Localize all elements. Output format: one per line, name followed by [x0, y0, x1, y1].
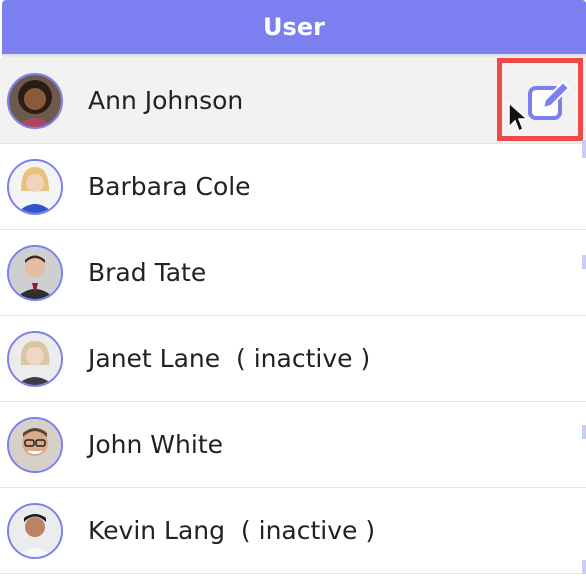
scrollbar-mark: [582, 425, 586, 439]
user-row-barbara-cole[interactable]: Barbara Cole: [0, 144, 586, 230]
mouse-pointer-icon: [507, 101, 529, 135]
user-row-kevin-lang[interactable]: Kevin Lang ( inactive ): [0, 488, 586, 574]
panel-header: User: [2, 0, 586, 54]
avatar: [7, 245, 63, 301]
user-name: John White: [88, 430, 223, 459]
avatar: [7, 503, 63, 559]
scrollbar-mark: [582, 140, 586, 158]
user-row-john-white[interactable]: John White: [0, 402, 586, 488]
panel-title: User: [263, 13, 325, 41]
user-name: Brad Tate: [88, 258, 207, 287]
avatar: [7, 417, 63, 473]
user-row-brad-tate[interactable]: Brad Tate: [0, 230, 586, 316]
scrollbar-mark: [582, 255, 586, 269]
user-name: Kevin Lang ( inactive ): [88, 516, 376, 545]
avatar: [7, 331, 63, 387]
user-name: Ann Johnson: [88, 86, 244, 115]
scrollbar-mark: [582, 560, 586, 574]
user-panel: User Ann Johnson Barbara Cole Brad Tate …: [0, 0, 586, 578]
user-name: Janet Lane ( inactive ): [88, 344, 371, 373]
avatar: [7, 159, 63, 215]
edit-pencil-icon[interactable]: [527, 78, 573, 122]
avatar: [7, 73, 63, 129]
user-name: Barbara Cole: [88, 172, 251, 201]
user-row-janet-lane[interactable]: Janet Lane ( inactive ): [0, 316, 586, 402]
